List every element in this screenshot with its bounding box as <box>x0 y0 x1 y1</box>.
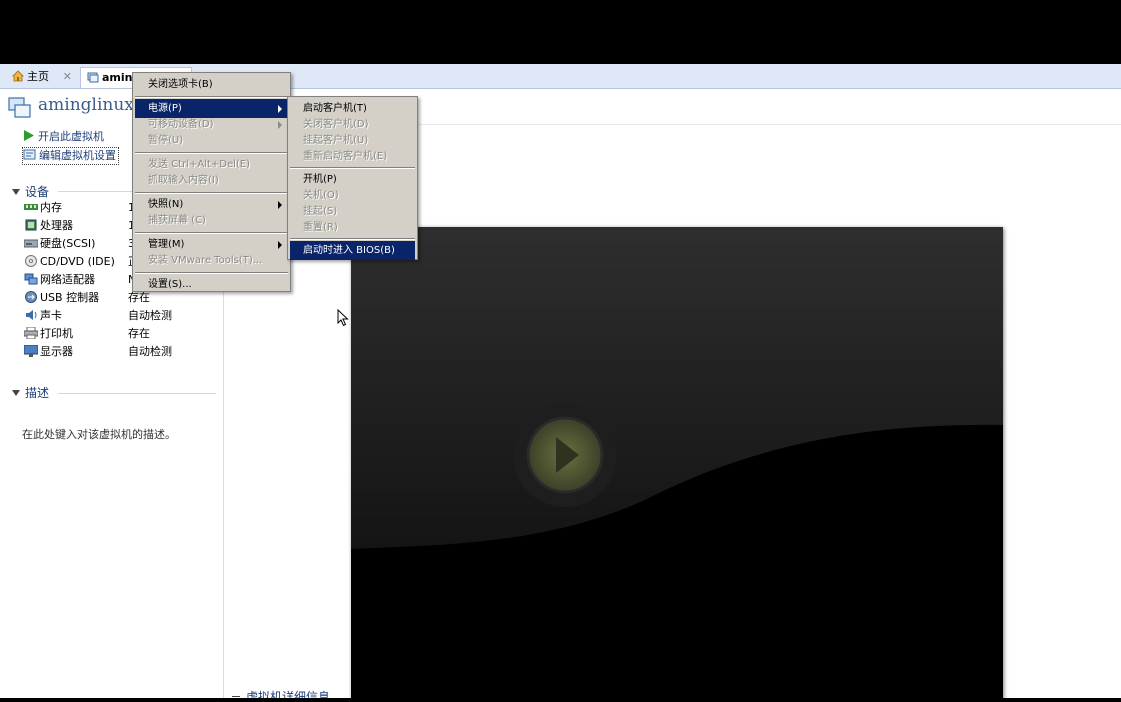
vm-icon <box>87 70 99 83</box>
power-submenu: 启动客户机(T) 关闭客户机(D) 挂起客户机(U) 重新启动客户机(E) 开机… <box>287 96 418 260</box>
collapse-icon <box>12 189 20 195</box>
hard-disk-icon <box>23 237 39 249</box>
menu-item-boot-into-bios[interactable]: 启动时进入 BIOS(B) <box>290 241 415 260</box>
device-label: 内存 <box>40 201 62 214</box>
menu-item-install-vmware-tools[interactable]: 安装 VMware Tools(T)... <box>135 251 288 270</box>
device-label: 硬盘(SCSI) <box>40 237 96 250</box>
power-on-vm-link[interactable]: 开启此虚拟机 <box>22 129 104 145</box>
collapse-icon <box>12 390 20 396</box>
description-input[interactable]: 在此处键入对该虚拟机的描述。 <box>22 426 176 442</box>
device-value: 存在 <box>128 327 150 340</box>
vm-details-section-header[interactable]: 虚拟机详细信息 <box>232 688 330 698</box>
device-row-display[interactable]: 显示器 自动检测 <box>23 343 214 361</box>
device-row-sound-card[interactable]: 声卡 自动检测 <box>24 307 214 325</box>
network-icon <box>24 273 38 285</box>
play-icon <box>22 129 35 142</box>
devices-header-label: 设备 <box>25 185 50 199</box>
menu-item-settings[interactable]: 设置(S)... <box>135 275 288 294</box>
menu-item-snapshot-label: 快照(N) <box>148 199 184 210</box>
power-on-vm-label: 开启此虚拟机 <box>38 130 104 143</box>
memory-icon <box>24 201 38 213</box>
menu-item-pause[interactable]: 暂停(U) <box>135 131 288 150</box>
menu-item-grab-input[interactable]: 抓取输入内容(I) <box>135 171 288 190</box>
menu-separator <box>135 192 288 194</box>
vm-details-header-label: 虚拟机详细信息 <box>246 690 331 698</box>
mouse-cursor-icon <box>337 308 349 330</box>
devices-section-header[interactable]: 设备 <box>12 183 49 200</box>
device-label: USB 控制器 <box>40 291 100 304</box>
vm-icon <box>8 97 32 119</box>
device-label: 显示器 <box>40 345 73 358</box>
device-row-printer[interactable]: 打印机 存在 <box>23 325 214 343</box>
menu-item-capture-screen[interactable]: 捕获屏幕 (C) <box>135 211 288 230</box>
close-icon[interactable]: ✕ <box>63 67 72 87</box>
menu-separator <box>135 272 288 274</box>
edit-vm-settings-link[interactable]: 编辑虚拟机设置 <box>22 147 119 165</box>
menu-separator <box>290 167 415 169</box>
collapse-icon <box>232 696 240 697</box>
cpu-icon <box>24 219 38 231</box>
menu-item-restart-guest[interactable]: 重新启动客户机(E) <box>290 147 415 166</box>
menu-item-power-label: 电源(P) <box>148 103 182 114</box>
submenu-arrow-icon <box>278 201 282 209</box>
menu-separator <box>290 238 415 240</box>
device-label: 打印机 <box>40 327 73 340</box>
menu-separator <box>135 96 288 98</box>
printer-icon <box>23 326 39 340</box>
tab-home[interactable]: 主页 ✕ <box>6 67 78 88</box>
divider <box>58 393 216 394</box>
speaker-icon <box>24 309 38 321</box>
play-button-icon <box>513 403 617 507</box>
menu-separator <box>135 152 288 154</box>
submenu-arrow-icon <box>278 105 282 113</box>
vm-screen-preview[interactable] <box>351 227 1003 698</box>
menu-separator <box>135 232 288 234</box>
device-label: 声卡 <box>40 309 62 322</box>
device-value: 自动检测 <box>128 345 172 358</box>
menu-item-close-tab[interactable]: 关闭选项卡(B) <box>135 75 288 94</box>
cd-icon <box>24 255 38 267</box>
tab-home-label: 主页 <box>27 70 49 83</box>
home-icon <box>12 69 24 82</box>
description-section-header[interactable]: 描述 <box>12 384 49 401</box>
submenu-arrow-icon <box>278 241 282 249</box>
device-label: 网络适配器 <box>40 273 95 286</box>
edit-vm-settings-label: 编辑虚拟机设置 <box>39 149 116 162</box>
submenu-arrow-icon <box>278 121 282 129</box>
monitor-icon <box>23 344 39 357</box>
menu-item-removable-label: 可移动设备(D) <box>148 119 214 130</box>
device-value: 自动检测 <box>128 309 172 322</box>
vm-name: aminglinux <box>38 95 134 115</box>
description-header-label: 描述 <box>25 386 50 400</box>
menu-item-reset[interactable]: 重置(R) <box>290 218 415 237</box>
usb-icon <box>24 291 38 303</box>
vmware-window: 主页 ✕ amingl aminglinux 开启此虚拟机 编辑虚拟机设置 设备… <box>0 64 1121 698</box>
settings-icon <box>23 148 36 161</box>
tab-context-menu: 关闭选项卡(B) 电源(P) 可移动设备(D) 暂停(U) 发送 Ctrl+Al… <box>132 72 291 292</box>
device-label: 处理器 <box>40 219 73 232</box>
device-label: CD/DVD (IDE) <box>40 255 115 268</box>
menu-item-manage-label: 管理(M) <box>148 239 185 250</box>
vm-screen-graphic <box>351 227 1003 698</box>
